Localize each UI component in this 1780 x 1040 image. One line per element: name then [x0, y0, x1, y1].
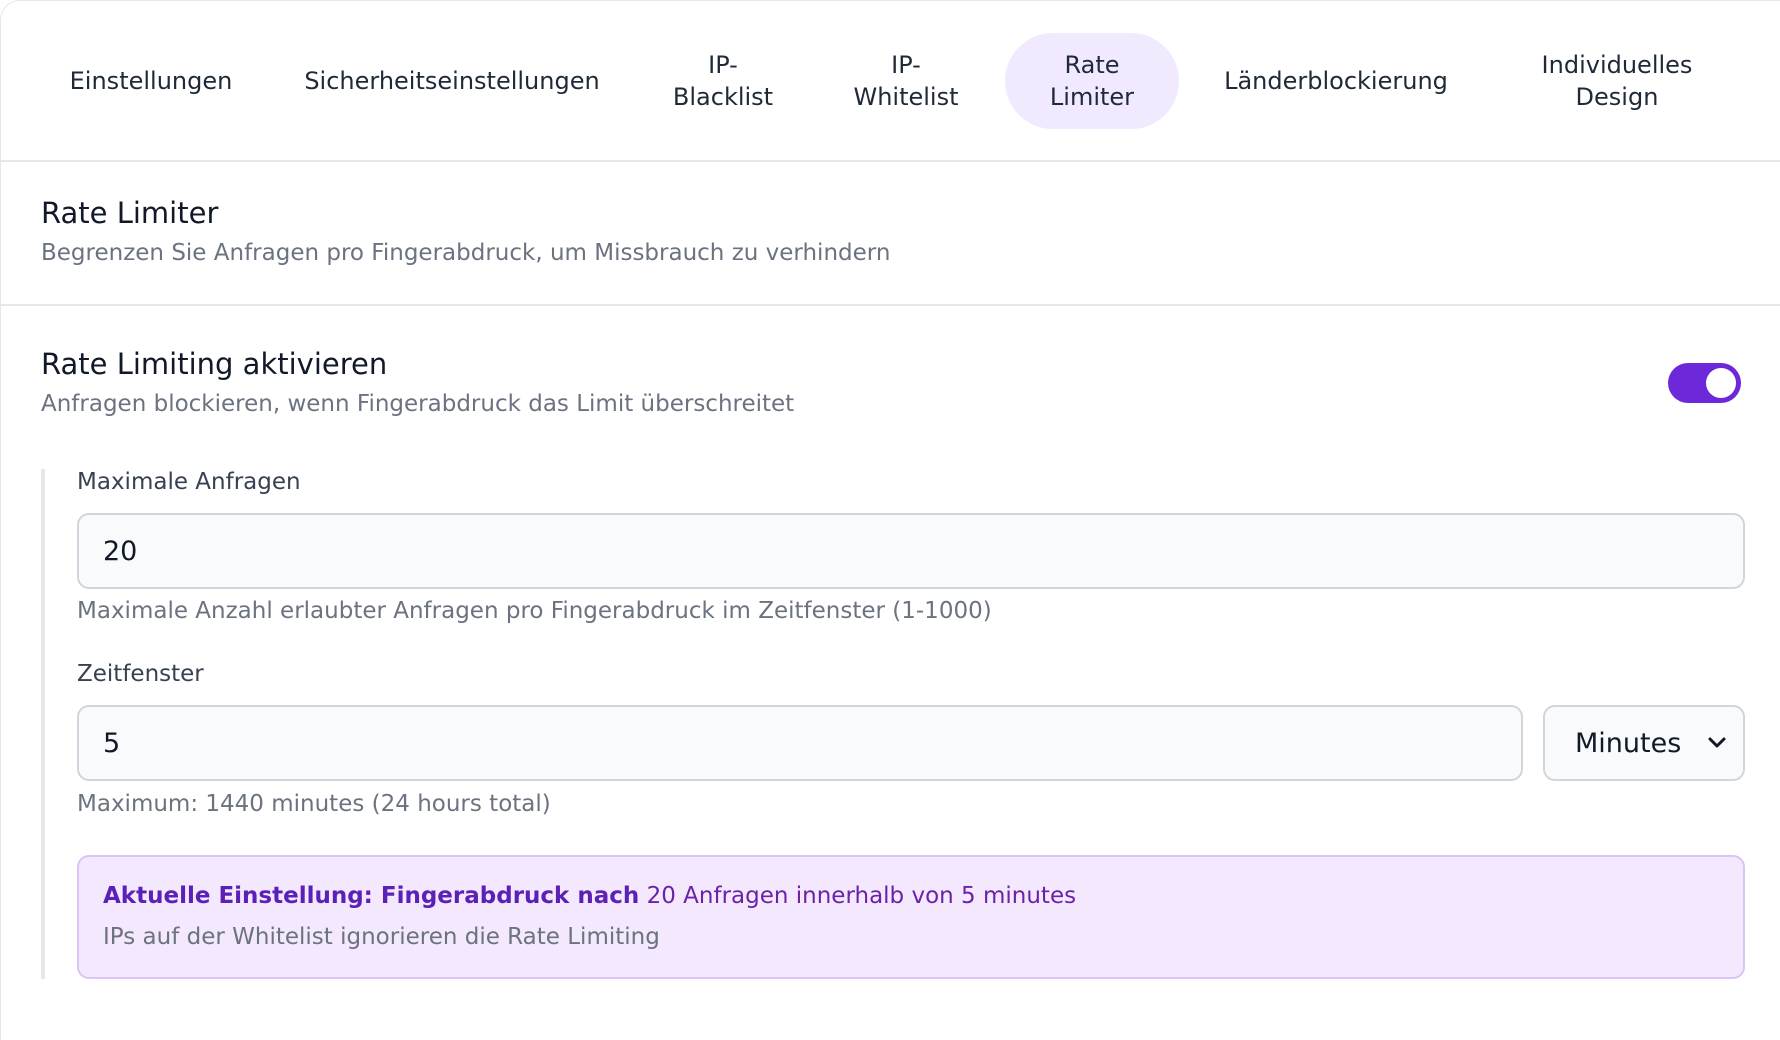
tab-sicherheitseinstellungen[interactable]: Sicherheitseinstellungen	[285, 33, 619, 129]
time-window-hint: Maximum: 1440 minutes (24 hours total)	[77, 791, 551, 817]
whitelist-note: IPs auf der Whitelist ignorieren die Rat…	[103, 924, 660, 950]
tab-laenderblockierung[interactable]: Länderblockierung	[1207, 33, 1465, 129]
max-requests-label: Maximale Anfragen	[77, 469, 301, 495]
section-title: Rate Limiter	[41, 196, 219, 230]
time-window-input[interactable]	[77, 705, 1523, 781]
section-subtitle: Begrenzen Sie Anfragen pro Fingerabdruck…	[41, 240, 891, 266]
tab-einstellungen[interactable]: Einstellungen	[43, 33, 259, 129]
chevron-down-icon	[1708, 737, 1726, 748]
current-setting-prefix: Aktuelle Einstellung: Fingerabdruck nach	[103, 883, 640, 909]
current-setting-detail: 20 Anfragen innerhalb von 5 minutes	[639, 883, 1077, 909]
rate-limiting-title: Rate Limiting aktivieren	[41, 347, 388, 381]
time-window-label: Zeitfenster	[77, 661, 204, 687]
rate-limiting-subtitle: Anfragen blockieren, wenn Fingerabdruck …	[41, 391, 795, 417]
max-requests-hint: Maximale Anzahl erlaubter Anfragen pro F…	[77, 598, 992, 624]
tab-bar: Einstellungen Sicherheitseinstellungen I…	[1, 1, 1780, 162]
rate-limiting-toggle[interactable]	[1668, 363, 1741, 403]
tab-individuelles-design[interactable]: Individuelles Design	[1511, 33, 1723, 129]
rate-limiter-panel: Einstellungen Sicherheitseinstellungen I…	[0, 0, 1780, 1040]
max-requests-input[interactable]	[77, 513, 1745, 589]
tab-ip-whitelist[interactable]: IP- Whitelist	[831, 33, 981, 129]
time-unit-select[interactable]: Minutes	[1543, 705, 1745, 781]
rate-limit-settings-group: Maximale Anfragen Maximale Anzahl erlaub…	[41, 469, 1745, 979]
current-setting-summary: Aktuelle Einstellung: Fingerabdruck nach…	[103, 883, 1076, 909]
toggle-knob	[1706, 368, 1736, 398]
time-unit-value: Minutes	[1575, 727, 1682, 759]
tab-rate-limiter[interactable]: Rate Limiter	[1005, 33, 1179, 129]
current-setting-info: Aktuelle Einstellung: Fingerabdruck nach…	[77, 855, 1745, 979]
tab-ip-blacklist[interactable]: IP- Blacklist	[653, 33, 793, 129]
section-header: Rate Limiter Begrenzen Sie Anfragen pro …	[1, 162, 1780, 306]
